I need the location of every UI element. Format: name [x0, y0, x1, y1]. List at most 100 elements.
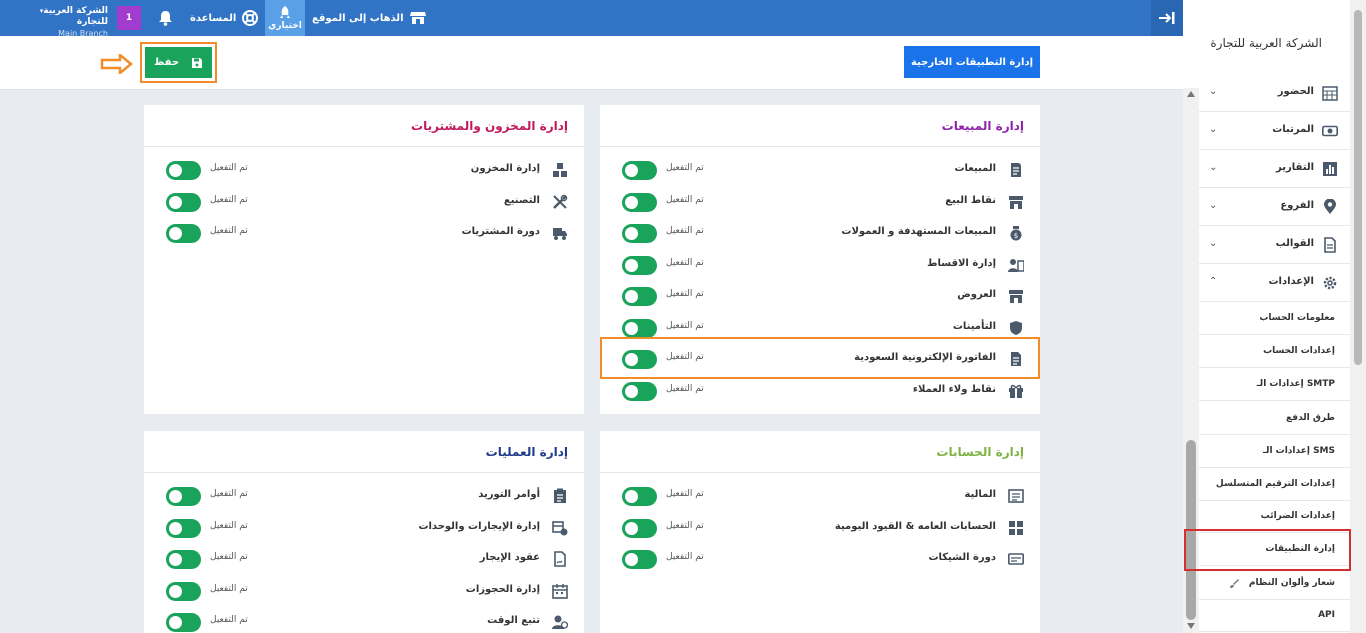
divider [600, 146, 1040, 147]
page-scroll-thumb[interactable] [1354, 10, 1362, 365]
page-scrollbar[interactable] [1350, 0, 1366, 633]
company-name: الشركة العربية للتجارة [43, 6, 108, 27]
app-label: التصنيع [503, 194, 540, 206]
app-toggle[interactable] [622, 550, 657, 569]
app-toggle[interactable] [622, 487, 657, 506]
sidebar-subitem-label: API [1318, 610, 1335, 620]
app-toggle[interactable] [622, 161, 657, 180]
app-status: تم التفعيل [210, 226, 248, 236]
sidebar-item[interactable]: القوالب ⌄ [1199, 226, 1350, 264]
sidebar-item[interactable]: الحضور ⌄ [1199, 74, 1350, 112]
app-toggle[interactable] [622, 287, 657, 306]
sidebar-subitem[interactable]: API [1199, 599, 1350, 632]
sidebar-subitem[interactable]: شعار وألوان النظام [1199, 567, 1350, 600]
company-switcher[interactable]: ▾الشركة العربية للتجارة Main Branch [8, 6, 108, 39]
sidebar-item-label: الفروع [1280, 200, 1314, 211]
svg-text:$: $ [1014, 232, 1018, 240]
gear-icon [1323, 276, 1337, 290]
sidebar-subitem-label: شعار وألوان النظام [1248, 578, 1335, 588]
app-label: إدارة المخزون [470, 163, 540, 174]
receipt-icon [1011, 163, 1021, 177]
store-icon [1009, 195, 1023, 209]
app-row: تتبع الوقت تم التفعيل [144, 610, 584, 633]
chevron-down-icon: ⌄ [1209, 162, 1218, 173]
app-status: تم التفعيل [666, 194, 704, 205]
sidebar-subitem[interactable]: إعدادات الـ SMTP [1199, 368, 1350, 401]
app-toggle[interactable] [166, 192, 201, 212]
app-toggle[interactable] [622, 192, 657, 212]
app-row: العروض تم التفعيل [600, 284, 1040, 308]
sidebar-item-label: التقارير [1276, 162, 1314, 173]
sidebar-subitem[interactable]: إعدادات الحساب [1199, 335, 1350, 368]
divider [144, 472, 584, 473]
app-status: تم التفعيل [210, 194, 248, 205]
app-status: تم التفعيل [210, 163, 248, 173]
app-status: تم التفعيل [666, 383, 704, 394]
app-status: تم التفعيل [666, 520, 704, 531]
my-shortcuts-label: اختياري [268, 20, 302, 31]
app-toggle[interactable] [622, 518, 657, 538]
sidebar-subitem[interactable]: إعدادات الـ SMS [1199, 435, 1350, 468]
user-badge[interactable]: 1 [117, 6, 141, 30]
time-user-icon [552, 615, 568, 629]
app-label: عقود الإيجار [479, 552, 540, 563]
finance-icon [1008, 489, 1024, 503]
app-toggle[interactable] [622, 381, 657, 401]
card-title: إدارة المخزون والمشتريات [411, 119, 568, 133]
store-icon [1009, 290, 1023, 303]
app-toggle[interactable] [166, 518, 201, 538]
scroll-up-icon[interactable] [1187, 91, 1195, 97]
app-label: إدارة الحجوزات [465, 583, 540, 595]
app-row: دورة المشتريات تم التفعيل [144, 221, 584, 245]
app-row: $ المبيعات المستهدفة و العمولات تم التفعيل [600, 221, 1040, 245]
app-toggle[interactable] [622, 318, 657, 338]
app-toggle[interactable] [166, 581, 201, 601]
goto-site-link[interactable]: الذهاب إلى الموقع [312, 0, 426, 36]
app-row: المالية تم التفعيل [600, 484, 1040, 508]
shield-icon [1010, 320, 1022, 335]
app-toggle[interactable] [166, 613, 201, 632]
sidebar-item[interactable]: التقارير ⌄ [1199, 150, 1350, 188]
app-label: إدارة الإيجارات والوحدات [418, 520, 540, 532]
sidebar-item[interactable]: الفروع ⌄ [1199, 188, 1350, 226]
app-row: أوامر التوريد تم التفعيل [144, 484, 584, 508]
app-toggle[interactable] [166, 224, 201, 243]
app-status: تم التفعيل [666, 489, 704, 499]
app-label: إدارة الاقساط [927, 257, 996, 269]
scroll-down-icon[interactable] [1187, 623, 1195, 629]
app-label: الحسابات العامه & القيود اليومية [834, 520, 996, 532]
app-label: المبيعات المستهدفة و العمولات [841, 226, 996, 237]
app-status: تم التفعيل [666, 289, 704, 299]
sidebar-item-label: المرتبات [1272, 124, 1314, 135]
my-shortcuts-button[interactable]: اختياري [265, 0, 305, 36]
sidebar-subitem[interactable]: معلومات الحساب [1199, 302, 1350, 335]
card-title: إدارة الحسابات [936, 445, 1024, 459]
app-status: تم التفعيل [666, 552, 704, 562]
card-operations: إدارة العمليات أوامر التوريد تم التفعيل إد… [144, 431, 584, 633]
help-link[interactable]: المساعدة [190, 0, 259, 36]
sidebar-item-label: الحضور [1277, 86, 1314, 97]
app-row: التأمينات تم التفعيل [600, 316, 1040, 340]
save-button[interactable]: حفظ [145, 47, 212, 78]
app-toggle[interactable] [166, 550, 201, 569]
app-toggle[interactable] [166, 161, 201, 180]
sidebar-item[interactable]: الإعدادات ⌃ [1199, 264, 1350, 302]
sidebar-item[interactable]: المرتبات ⌄ [1199, 112, 1350, 150]
app-toggle[interactable] [166, 487, 201, 506]
sidebar-subitem-label: معلومات الحساب [1259, 313, 1335, 323]
check-icon [1008, 553, 1024, 565]
app-toggle[interactable] [622, 224, 657, 243]
rocket-icon [280, 5, 290, 18]
sidebar-subitem[interactable]: إعدادات الترقيم المتسلسل [1199, 468, 1350, 501]
truck-icon [553, 228, 567, 240]
rental-icon [552, 520, 568, 535]
collapse-sidebar-button[interactable] [1151, 0, 1183, 36]
sidebar-subitem[interactable]: طرق الدفع [1199, 402, 1350, 435]
app-label: التأمينات [952, 320, 996, 332]
card-title: إدارة العمليات [485, 445, 568, 459]
app-row: إدارة المخزون تم التفعيل [144, 158, 584, 182]
notifications-button[interactable] [158, 0, 173, 36]
gift-icon [1009, 384, 1023, 398]
app-toggle[interactable] [622, 255, 657, 275]
external-apps-button[interactable]: إدارة التطبيقات الخارجية [904, 46, 1040, 78]
